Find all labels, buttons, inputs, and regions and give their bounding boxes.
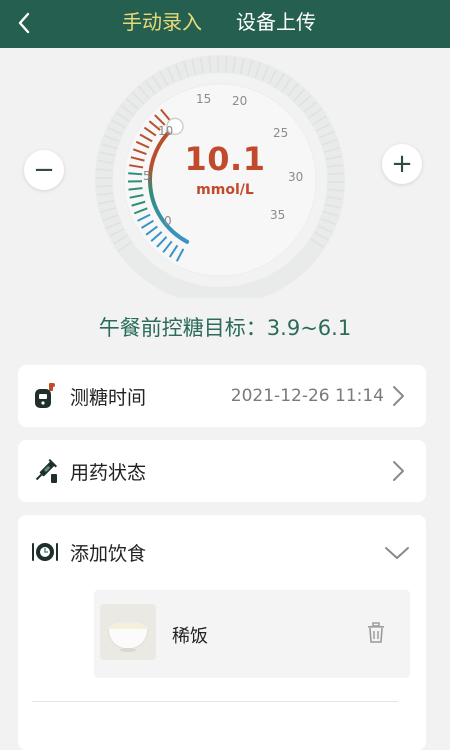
medication-status-row[interactable]: 用药状态 [18, 440, 426, 502]
glucose-target: 午餐前控糖目标：3.9~6.1 [98, 316, 352, 340]
chevron-right-icon [393, 386, 404, 406]
add-food-label[interactable]: 添加饮食 [70, 539, 146, 566]
tick-label-30: 30 [288, 170, 304, 184]
glucose-gauge[interactable]: 0 5 10 15 20 25 30 35 10.1 mmol/L − + [0, 48, 450, 298]
divider [32, 701, 398, 702]
tick-label-35: 35 [270, 208, 286, 222]
add-food-section: 添加饮食 稀饭 [18, 515, 426, 750]
chevron-left-icon[interactable] [10, 8, 40, 38]
meal-plate-icon [32, 543, 58, 561]
measure-time-value: 2021-12-26 11:14 [230, 386, 384, 406]
tick-label-10: 10 [158, 124, 174, 138]
tab-manual-entry[interactable]: 手动录入 [122, 9, 202, 35]
trash-icon[interactable] [366, 622, 386, 644]
tab-device-upload[interactable]: 设备上传 [236, 9, 316, 35]
chevron-right-icon [393, 461, 404, 481]
tick-label-15: 15 [196, 92, 212, 106]
chevron-down-icon[interactable] [384, 541, 410, 565]
decrease-button[interactable]: − [24, 150, 64, 190]
top-bar: 手动录入 设备上传 [0, 0, 450, 48]
glucose-unit: mmol/L [196, 182, 254, 198]
tick-label-0: 0 [164, 214, 172, 228]
medication-status-label: 用药状态 [70, 462, 147, 484]
glucose-value: 10.1 [184, 140, 266, 178]
food-item[interactable]: 稀饭 [94, 590, 410, 678]
tick-label-5: 5 [143, 169, 151, 183]
glucose-meter-icon [35, 383, 55, 408]
increase-button[interactable]: + [382, 144, 422, 184]
food-name: 稀饭 [172, 626, 208, 647]
porridge-bowl-image [100, 604, 156, 660]
syringe-icon [35, 458, 58, 483]
tick-label-25: 25 [273, 126, 289, 140]
tick-label-20: 20 [232, 94, 248, 108]
measure-time-label: 测糖时间 [70, 387, 147, 409]
measure-time-row[interactable]: 测糖时间 2021-12-26 11:14 [18, 365, 426, 427]
